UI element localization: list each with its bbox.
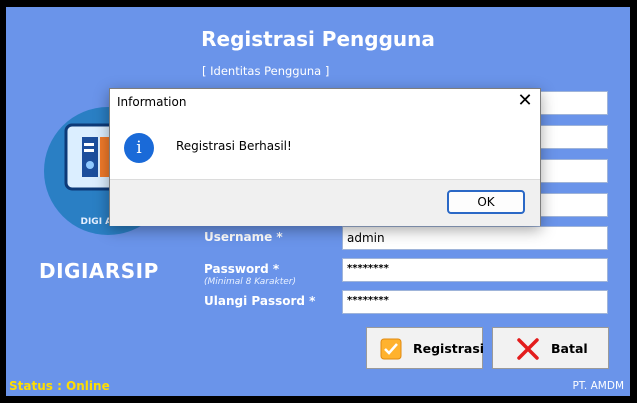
section-title: [ Identitas Pengguna ] — [202, 64, 330, 78]
password-hint: (Minimal 8 Karakter) — [204, 277, 297, 287]
status-text: Status : Online — [9, 379, 110, 393]
page-title: Registrasi Pengguna — [201, 27, 435, 51]
cancel-button[interactable]: Batal — [492, 327, 609, 369]
confirm-password-label: Ulangi Passord * — [204, 294, 316, 308]
app-frame: Registrasi Pengguna [ Identitas Pengguna… — [0, 0, 637, 403]
ok-button[interactable]: OK — [447, 190, 525, 214]
info-icon: i — [124, 133, 154, 163]
dialog-footer: OK — [110, 179, 540, 226]
dialog-title: Information — [117, 95, 187, 109]
password-label: Password * — [204, 262, 280, 276]
confirm-password-input[interactable]: ******** — [342, 290, 608, 314]
password-input[interactable]: ******** — [342, 258, 608, 282]
status-bar: Status : Online PT. AMDM — [6, 377, 630, 396]
username-input[interactable]: admin — [342, 226, 608, 250]
close-icon[interactable]: ✕ — [514, 90, 536, 112]
register-label: Registrasi — [413, 341, 485, 356]
brand-name: DIGIARSIP — [39, 259, 159, 283]
information-dialog: Information ✕ i Registrasi Berhasil! OK — [109, 88, 541, 226]
registration-window: Registrasi Pengguna [ Identitas Pengguna… — [6, 7, 630, 396]
dialog-message: Registrasi Berhasil! — [176, 139, 292, 153]
company-name: PT. AMDM — [572, 380, 624, 392]
check-icon — [380, 338, 402, 363]
x-icon — [516, 337, 540, 364]
username-label: Username * — [204, 230, 283, 244]
register-button[interactable]: Registrasi — [366, 327, 485, 369]
cancel-label: Batal — [551, 341, 588, 356]
